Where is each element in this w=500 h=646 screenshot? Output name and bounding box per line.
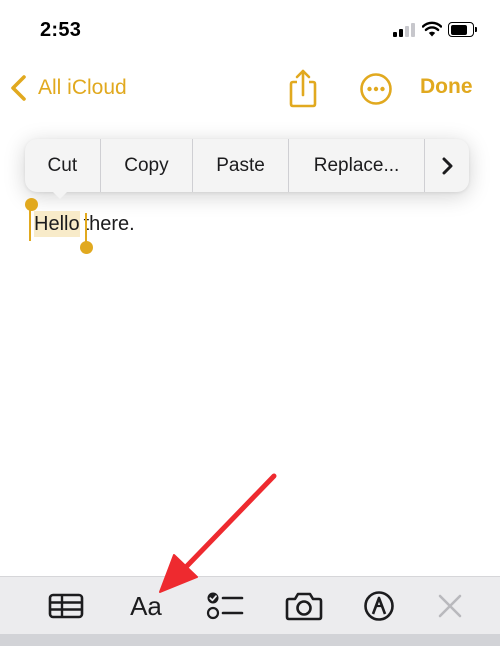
back-button[interactable]: All iCloud: [8, 70, 127, 106]
chevron-left-icon: [11, 75, 26, 101]
camera-icon: [285, 592, 323, 621]
keyboard-area-strip: [0, 634, 500, 646]
edit-context-menu: Cut Copy Paste Replace...: [25, 139, 469, 192]
table-icon: [48, 593, 84, 619]
menu-more-button[interactable]: [425, 139, 469, 192]
bottom-toolbar: Aa: [0, 576, 500, 634]
cellular-signal-icon: [393, 23, 416, 37]
close-x-icon: [438, 594, 462, 618]
selection-start-handle[interactable]: [25, 198, 38, 211]
checklist-icon: [206, 592, 244, 620]
status-time: 2:53: [40, 19, 82, 41]
table-button[interactable]: [47, 589, 85, 623]
markup-button[interactable]: [362, 589, 396, 623]
status-bar: 2:53: [0, 0, 500, 62]
selection-start-caret: [29, 207, 31, 241]
back-label: All iCloud: [38, 76, 127, 99]
done-button[interactable]: Done: [420, 75, 473, 99]
close-button[interactable]: [434, 589, 466, 623]
more-circle-icon[interactable]: [359, 72, 393, 106]
markup-pen-icon: [364, 591, 394, 621]
share-icon[interactable]: [286, 68, 320, 108]
navigation-bar: All iCloud Done: [0, 62, 500, 116]
wifi-icon: [422, 21, 442, 37]
menu-item-copy[interactable]: Copy: [101, 139, 193, 192]
menu-item-paste[interactable]: Paste: [193, 139, 288, 192]
checklist-button[interactable]: [205, 589, 245, 623]
selection-end-handle[interactable]: [80, 241, 93, 254]
menu-item-replace[interactable]: Replace...: [289, 139, 424, 192]
note-text: there.: [83, 213, 135, 235]
selected-text[interactable]: Hello: [34, 211, 80, 237]
menu-item-cut[interactable]: Cut: [25, 139, 100, 192]
format-button[interactable]: Aa: [125, 589, 167, 623]
menu-pointer: [51, 190, 69, 199]
camera-button[interactable]: [284, 589, 324, 623]
chevron-right-icon: [442, 157, 453, 174]
battery-icon: [448, 22, 477, 37]
